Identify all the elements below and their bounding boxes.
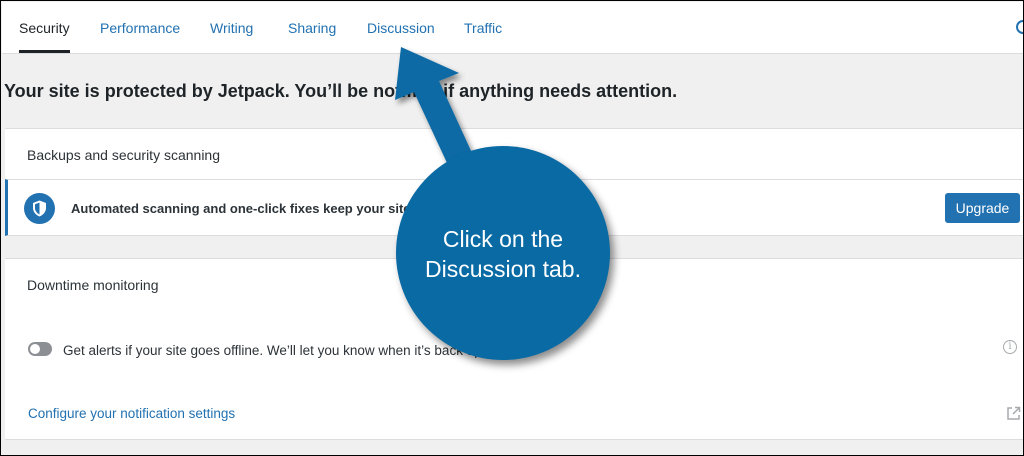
instruction-callout: Click on the Discussion tab. [396, 146, 610, 360]
callout-line-1: Click on the [442, 226, 564, 252]
jetpack-settings-page: Security Performance Writing Sharing Dis… [0, 0, 1024, 456]
callout-line-2: Discussion tab. [425, 256, 581, 282]
